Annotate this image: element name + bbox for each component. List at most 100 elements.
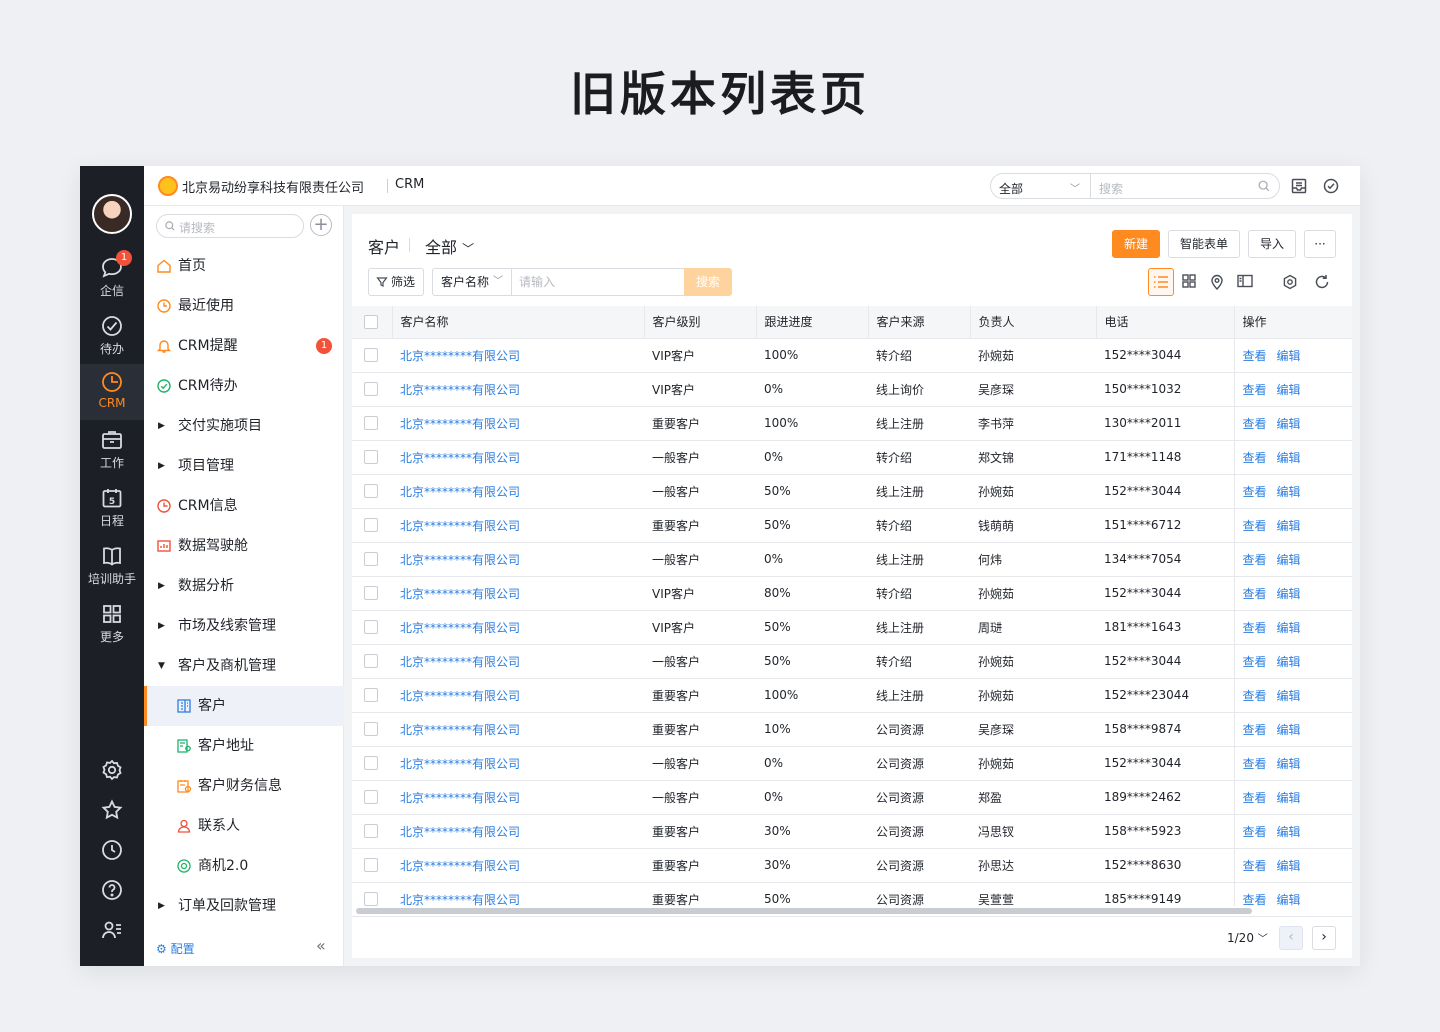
edit-link[interactable]: 编辑 <box>1277 689 1301 703</box>
new-button[interactable]: 新建 <box>1112 230 1160 258</box>
rail-item-todo[interactable]: 待办 <box>80 308 144 364</box>
nav-item-contact[interactable]: 联系人 <box>144 806 344 846</box>
customer-name-link[interactable]: 北京********有限公司 <box>400 859 520 873</box>
customer-name-cell[interactable]: 北京********有限公司 <box>392 542 644 577</box>
nav-item-customer[interactable]: 客户 <box>144 686 344 726</box>
customer-name-cell[interactable]: 北京********有限公司 <box>392 508 644 543</box>
add-menu-button[interactable]: + <box>310 214 332 236</box>
view-link[interactable]: 查看 <box>1243 791 1267 805</box>
rail-item-training[interactable]: 培训助手 <box>80 538 144 594</box>
edit-link[interactable]: 编辑 <box>1277 893 1301 907</box>
customer-name-link[interactable]: 北京********有限公司 <box>400 757 520 771</box>
customer-name-link[interactable]: 北京********有限公司 <box>400 417 520 431</box>
nav-item-delivery[interactable]: ▶ 交付实施项目 <box>144 406 344 446</box>
view-select[interactable]: 全部 ﹀ <box>425 234 474 258</box>
column-header[interactable]: 负责人 <box>970 306 1097 339</box>
view-link[interactable]: 查看 <box>1243 825 1267 839</box>
customer-name-link[interactable]: 北京********有限公司 <box>400 791 520 805</box>
column-header[interactable]: 电话 <box>1096 306 1235 339</box>
nav-item-crm-reminder[interactable]: CRM提醒 1 <box>144 326 344 366</box>
customer-name-link[interactable]: 北京********有限公司 <box>400 621 520 635</box>
rail-item-chat[interactable]: 1 企信 <box>80 250 144 306</box>
nav-search-input[interactable]: 请搜索 <box>156 214 304 238</box>
import-button[interactable]: 导入 <box>1248 230 1296 258</box>
edit-link[interactable]: 编辑 <box>1277 451 1301 465</box>
column-header[interactable]: 客户级别 <box>644 306 757 339</box>
table-row[interactable]: 北京********有限公司 一般客户 0% 公司资源 郑盈 189****2462 查看编… <box>352 780 1352 815</box>
row-checkbox[interactable] <box>364 892 378 906</box>
smart-form-button[interactable]: 智能表单 <box>1168 230 1240 258</box>
view-link[interactable]: 查看 <box>1243 723 1267 737</box>
nav-item-project[interactable]: ▶ 项目管理 <box>144 446 344 486</box>
nav-item-customer-group[interactable]: ▼ 客户及商机管理 <box>144 646 344 686</box>
edit-link[interactable]: 编辑 <box>1277 519 1301 533</box>
view-link[interactable]: 查看 <box>1243 451 1267 465</box>
customer-name-cell[interactable]: 北京********有限公司 <box>392 746 644 781</box>
table-row[interactable]: 北京********有限公司 VIP客户 50% 线上注册 周琎 181****1643 查… <box>352 610 1352 645</box>
view-link[interactable]: 查看 <box>1243 655 1267 669</box>
customer-name-link[interactable]: 北京********有限公司 <box>400 553 520 567</box>
customer-name-link[interactable]: 北京********有限公司 <box>400 893 520 907</box>
table-row[interactable]: 北京********有限公司 VIP客户 100% 转介绍 孙婉茹 152****304… <box>352 338 1352 373</box>
row-checkbox[interactable] <box>364 586 378 601</box>
row-checkbox[interactable] <box>364 382 378 397</box>
edit-link[interactable]: 编辑 <box>1277 553 1301 567</box>
edit-link[interactable]: 编辑 <box>1277 859 1301 873</box>
column-header[interactable]: 跟进进度 <box>756 306 869 339</box>
table-row[interactable]: 北京********有限公司 一般客户 0% 线上注册 何炜 134****7054 查看编… <box>352 542 1352 577</box>
grid-view-button[interactable] <box>1176 268 1202 296</box>
rail-item-schedule[interactable]: 5 日程 <box>80 480 144 536</box>
view-link[interactable]: 查看 <box>1243 587 1267 601</box>
edit-link[interactable]: 编辑 <box>1277 485 1301 499</box>
customer-name-cell[interactable]: 北京********有限公司 <box>392 780 644 815</box>
customer-name-link[interactable]: 北京********有限公司 <box>400 689 520 703</box>
row-checkbox[interactable] <box>364 620 378 635</box>
customer-name-cell[interactable]: 北京********有限公司 <box>392 440 644 475</box>
nav-item-customer-finance[interactable]: 客户财务信息 <box>144 766 344 806</box>
row-checkbox[interactable] <box>364 790 378 805</box>
table-row[interactable]: 北京********有限公司 重要客户 30% 公司资源 冯思钗 158****5923 查… <box>352 814 1352 849</box>
table-row[interactable]: 北京********有限公司 重要客户 100% 线上注册 李书萍 130****2011… <box>352 406 1352 441</box>
table-row[interactable]: 北京********有限公司 VIP客户 0% 线上询价 吴彦琛 150****1032 查… <box>352 372 1352 407</box>
view-link[interactable]: 查看 <box>1243 621 1267 635</box>
edit-link[interactable]: 编辑 <box>1277 825 1301 839</box>
row-checkbox[interactable] <box>364 518 378 533</box>
nav-item-analysis[interactable]: ▶ 数据分析 <box>144 566 344 606</box>
table-row[interactable]: 北京********有限公司 重要客户 100% 线上注册 孙婉茹 152****2304… <box>352 678 1352 713</box>
edit-link[interactable]: 编辑 <box>1277 757 1301 771</box>
customer-name-link[interactable]: 北京********有限公司 <box>400 825 520 839</box>
customer-name-link[interactable]: 北京********有限公司 <box>400 485 520 499</box>
row-checkbox[interactable] <box>364 654 378 669</box>
row-checkbox[interactable] <box>364 552 378 567</box>
table-row[interactable]: 北京********有限公司 重要客户 30% 公司资源 孙思达 152****8630 查… <box>352 848 1352 883</box>
row-checkbox[interactable] <box>364 416 378 431</box>
next-page-button[interactable]: › <box>1312 926 1336 950</box>
view-link[interactable]: 查看 <box>1243 893 1267 907</box>
edit-link[interactable]: 编辑 <box>1277 587 1301 601</box>
help-icon[interactable] <box>100 878 124 902</box>
table-row[interactable]: 北京********有限公司 重要客户 50% 公司资源 吴萱萱 185****9149 查… <box>352 882 1352 906</box>
customer-name-cell[interactable]: 北京********有限公司 <box>392 576 644 611</box>
row-checkbox[interactable] <box>364 756 378 771</box>
settings-icon[interactable] <box>100 758 124 782</box>
history-icon[interactable] <box>100 838 124 862</box>
edit-link[interactable]: 编辑 <box>1277 723 1301 737</box>
customer-name-cell[interactable]: 北京********有限公司 <box>392 338 644 373</box>
map-view-button[interactable] <box>1204 268 1230 296</box>
rail-item-crm[interactable]: CRM <box>80 364 144 420</box>
settings-icon[interactable] <box>1282 274 1298 290</box>
view-link[interactable]: 查看 <box>1243 859 1267 873</box>
row-checkbox[interactable] <box>364 722 378 737</box>
customer-name-cell[interactable]: 北京********有限公司 <box>392 610 644 645</box>
page-indicator[interactable]: 1/20 ﹀ <box>1227 930 1268 945</box>
prev-page-button[interactable]: ‹ <box>1279 926 1303 950</box>
select-all-checkbox[interactable] <box>364 315 378 329</box>
customer-name-cell[interactable]: 北京********有限公司 <box>392 372 644 407</box>
nav-item-customer-address[interactable]: 客户地址 <box>144 726 344 766</box>
row-checkbox[interactable] <box>364 348 378 363</box>
star-icon[interactable] <box>100 798 124 822</box>
edit-link[interactable]: 编辑 <box>1277 417 1301 431</box>
nav-item-crm-info[interactable]: CRM信息 <box>144 486 344 526</box>
row-checkbox[interactable] <box>364 824 378 839</box>
customer-name-cell[interactable]: 北京********有限公司 <box>392 644 644 679</box>
